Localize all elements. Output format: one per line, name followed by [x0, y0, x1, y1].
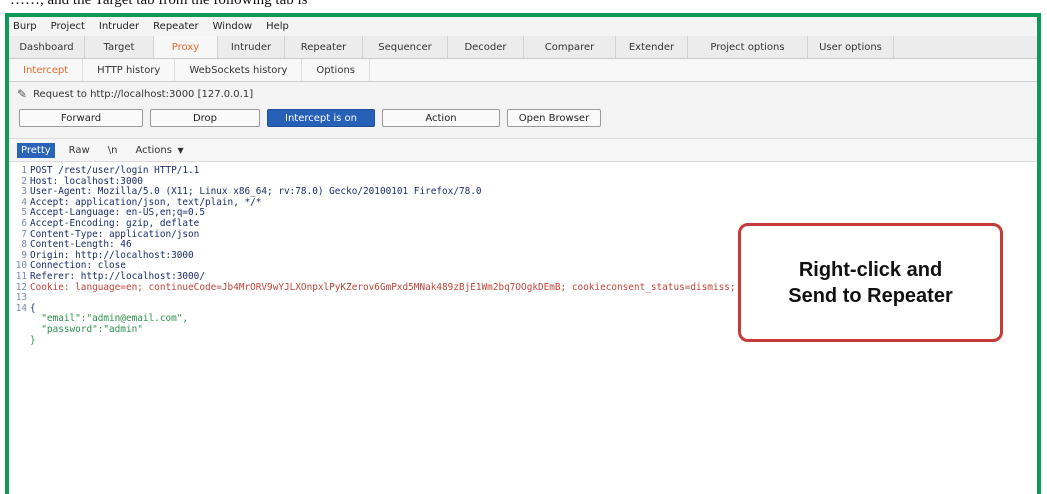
proxy-sub-tabs: Intercept HTTP history WebSockets histor… [9, 59, 1037, 82]
menu-intruder[interactable]: Intruder [99, 21, 139, 32]
request-info-bar: ✎ Request to http://localhost:3000 [127.… [9, 82, 1037, 106]
code-text: POST /rest/user/login HTTP/1.1 [30, 165, 200, 176]
annotation-callout: Right-click and Send to Repeater [738, 223, 1003, 342]
line-number: 1 [21, 165, 27, 176]
chevron-down-icon: ▼ [174, 145, 184, 155]
line-number: 14 [15, 302, 27, 314]
actions-label: Actions [135, 144, 172, 156]
tab-options[interactable]: Options [302, 59, 370, 81]
actions-menu[interactable]: Actions ▼ [131, 143, 187, 158]
line-number [9, 336, 30, 347]
code-line: 1 POST /rest/user/login HTTP/1.1 [9, 165, 1037, 177]
tab-intruder[interactable]: Intruder [218, 36, 285, 58]
menu-window[interactable]: Window [213, 21, 252, 32]
tab-target[interactable]: Target [85, 36, 154, 58]
line-number: 6 [21, 217, 27, 229]
tab-pretty[interactable]: Pretty [17, 142, 55, 158]
callout-line-1: Right-click and [798, 258, 943, 281]
intercept-toggle-button[interactable]: Intercept is on [267, 109, 375, 127]
tab-repeater[interactable]: Repeater [285, 36, 363, 58]
code-text: "password":"admin" [30, 323, 143, 335]
menu-help[interactable]: Help [266, 21, 289, 32]
tab-dashboard[interactable]: Dashboard [9, 36, 85, 58]
line-number [9, 314, 30, 325]
open-browser-button[interactable]: Open Browser [507, 109, 601, 127]
tab-user-options[interactable]: User options [808, 36, 894, 58]
line-number: 11 [15, 270, 27, 282]
request-info-text: Request to http://localhost:3000 [127.0.… [33, 88, 254, 100]
editor-view-tabs: Pretty Raw \n Actions ▼ [9, 139, 1037, 162]
code-text: Cookie: language=en; continueCode=Jb4MrO… [30, 281, 736, 293]
menu-repeater[interactable]: Repeater [153, 21, 198, 32]
menu-project[interactable]: Project [51, 21, 85, 32]
code-text: Referer: http://localhost:3000/ [30, 270, 205, 282]
code-text: } [30, 334, 36, 346]
action-button[interactable]: Action [382, 109, 500, 127]
tab-intercept[interactable]: Intercept [9, 59, 84, 81]
pencil-icon[interactable]: ✎ [17, 87, 27, 101]
top-caption: ……, and the Target tab from the followin… [0, 0, 1047, 13]
tab-http-history[interactable]: HTTP history [83, 59, 176, 81]
menubar: Burp Project Intruder Repeater Window He… [9, 17, 1037, 36]
toolbar-spacer [9, 130, 1037, 139]
drop-button[interactable]: Drop [150, 109, 260, 127]
forward-button[interactable]: Forward [19, 109, 143, 127]
tab-extender[interactable]: Extender [616, 36, 688, 58]
tab-project-options[interactable]: Project options [688, 36, 808, 58]
tab-decoder[interactable]: Decoder [448, 36, 524, 58]
tab-comparer[interactable]: Comparer [524, 36, 616, 58]
tab-websockets-history[interactable]: WebSockets history [175, 59, 303, 81]
main-tabs: Dashboard Target Proxy Intruder Repeater… [9, 36, 1037, 59]
caption-text: ……, and the Target tab from the followin… [10, 0, 308, 8]
callout-line-2: Send to Repeater [788, 284, 953, 307]
tab-sequencer[interactable]: Sequencer [363, 36, 448, 58]
tab-raw[interactable]: Raw [65, 143, 94, 158]
line-number [9, 325, 30, 336]
intercept-toolbar: Forward Drop Intercept is on Action Open… [9, 106, 1037, 130]
code-text: Accept-Encoding: gzip, deflate [30, 217, 200, 229]
tab-newline-toggle[interactable]: \n [104, 143, 122, 158]
menu-burp[interactable]: Burp [13, 21, 37, 32]
tab-proxy[interactable]: Proxy [154, 36, 218, 58]
